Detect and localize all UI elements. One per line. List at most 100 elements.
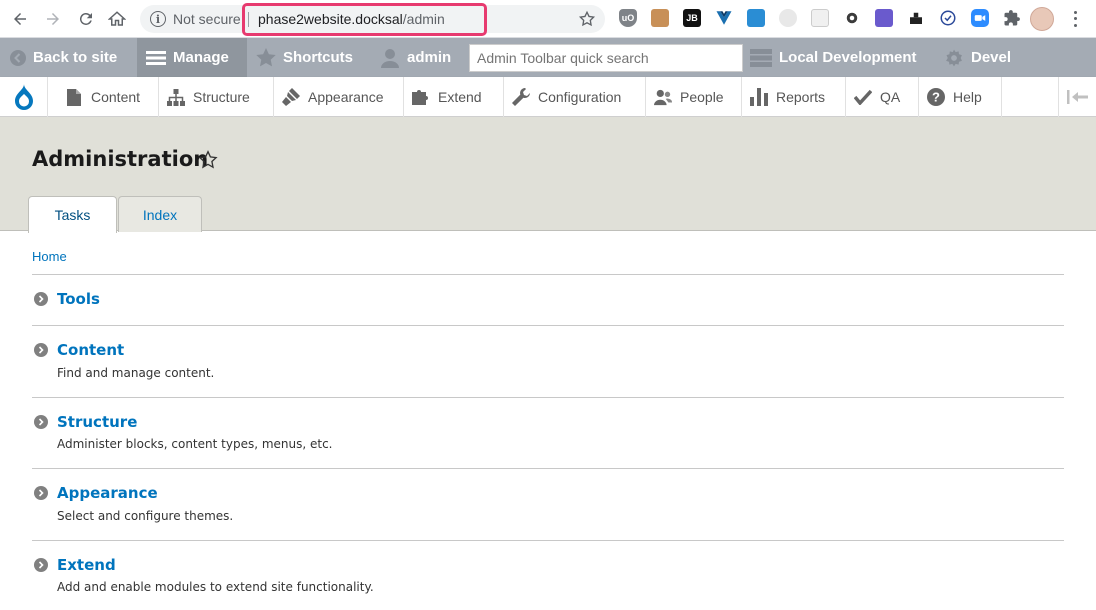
add-shortcut-star-icon[interactable] bbox=[198, 150, 218, 170]
tray-item-appearance[interactable]: Appearance bbox=[274, 77, 404, 117]
url-highlight-box bbox=[242, 3, 487, 36]
sitemap-icon bbox=[167, 88, 185, 106]
tray-item-people-label: People bbox=[680, 89, 724, 105]
admin-item-description: Administer blocks, content types, menus,… bbox=[57, 437, 333, 451]
tray-item-qa-label: QA bbox=[880, 89, 901, 105]
tray-item-structure-label: Structure bbox=[193, 89, 250, 105]
chevron-right-icon bbox=[34, 343, 48, 357]
tray-item-content[interactable]: Content bbox=[57, 77, 159, 117]
admin-item-content: Content Find and manage content. bbox=[32, 325, 1064, 397]
chevron-right-icon bbox=[34, 292, 48, 306]
back-to-site-label: Back to site bbox=[33, 49, 118, 66]
tray-item-help-label: Help bbox=[953, 89, 982, 105]
tray-item-appearance-label: Appearance bbox=[308, 89, 384, 105]
tray-item-reports-label: Reports bbox=[776, 89, 826, 105]
user-label: admin bbox=[407, 49, 452, 66]
admin-item-title[interactable]: Structure bbox=[57, 413, 137, 431]
gear-extension-icon[interactable] bbox=[843, 9, 861, 27]
admin-item-title[interactable]: Tools bbox=[57, 290, 100, 308]
bar-chart-icon bbox=[750, 88, 768, 106]
reload-icon[interactable] bbox=[75, 8, 97, 30]
user-icon bbox=[381, 48, 399, 68]
jetbrains-icon[interactable]: JB bbox=[683, 9, 701, 27]
breadcrumb-home[interactable]: Home bbox=[32, 249, 67, 264]
hamburger-icon bbox=[146, 50, 166, 65]
server-icon bbox=[750, 48, 772, 67]
react-extension-icon[interactable] bbox=[811, 9, 829, 27]
check-icon bbox=[854, 88, 872, 106]
tray-item-reports[interactable]: Reports bbox=[742, 77, 846, 117]
security-status: Not secure bbox=[173, 11, 241, 27]
admin-item-title[interactable]: Appearance bbox=[57, 484, 158, 502]
chevron-right-icon bbox=[34, 415, 48, 429]
admin-item-description: Select and configure themes. bbox=[57, 509, 234, 523]
shortcuts-label: Shortcuts bbox=[283, 49, 354, 66]
tray-item-structure[interactable]: Structure bbox=[159, 77, 274, 117]
tray-item-people[interactable]: People bbox=[646, 77, 742, 117]
admin-item-description: Add and enable modules to extend site fu… bbox=[57, 580, 374, 594]
svg-text:?: ? bbox=[932, 90, 940, 105]
admin-item-extend: Extend Add and enable modules to extend … bbox=[32, 540, 1064, 610]
admin-item-title[interactable]: Extend bbox=[57, 556, 116, 574]
tray-item-extend[interactable]: Extend bbox=[404, 77, 504, 117]
paintbrush-icon bbox=[282, 88, 300, 106]
striped-extension-icon[interactable] bbox=[875, 9, 893, 27]
puzzle-extensions-icon[interactable] bbox=[1003, 9, 1021, 27]
back-to-site-link[interactable]: Back to site bbox=[10, 38, 117, 77]
puzzle-icon bbox=[412, 88, 430, 106]
screen-extension-icon[interactable] bbox=[747, 9, 765, 27]
zoom-icon[interactable] bbox=[971, 9, 989, 27]
profile-avatar[interactable] bbox=[1030, 7, 1054, 31]
tab-tasks[interactable]: Tasks bbox=[28, 196, 117, 233]
admin-item-title[interactable]: Content bbox=[57, 341, 124, 359]
tray-item-configuration-label: Configuration bbox=[538, 89, 622, 105]
checkmark-circle-icon[interactable] bbox=[939, 9, 957, 27]
tray-item-help[interactable]: ? Help bbox=[919, 77, 1002, 117]
home-icon[interactable] bbox=[106, 8, 128, 30]
chevron-right-icon bbox=[34, 558, 48, 572]
browser-toolbar: i Not secure phase2website.docksal/admin… bbox=[0, 0, 1096, 38]
people-icon bbox=[654, 88, 672, 106]
tracker-extension-icon[interactable] bbox=[779, 9, 797, 27]
chevron-right-icon bbox=[34, 486, 48, 500]
star-icon bbox=[256, 48, 276, 67]
shortcuts-tab[interactable]: Shortcuts bbox=[256, 38, 353, 77]
tab-index[interactable]: Index bbox=[118, 196, 202, 232]
devel-tab[interactable]: Devel bbox=[944, 38, 1011, 77]
bookmark-star-icon[interactable] bbox=[578, 10, 596, 28]
back-circle-icon bbox=[10, 49, 26, 66]
ublock-icon[interactable]: uO bbox=[619, 9, 637, 27]
drupal-logo-icon[interactable] bbox=[0, 77, 48, 117]
question-icon: ? bbox=[927, 88, 945, 106]
extension-face-icon[interactable] bbox=[651, 9, 669, 27]
admin-item-tools: Tools bbox=[32, 274, 1064, 326]
tray-item-extend-label: Extend bbox=[438, 89, 482, 105]
tag-extension-icon[interactable] bbox=[907, 9, 925, 27]
browser-menu-icon[interactable] bbox=[1070, 9, 1080, 29]
tray-item-configuration[interactable]: Configuration bbox=[504, 77, 646, 117]
devel-gear-icon bbox=[946, 49, 962, 66]
manage-label: Manage bbox=[173, 49, 229, 66]
jetbrains-label: JB bbox=[686, 13, 698, 23]
tray-item-qa[interactable]: QA bbox=[846, 77, 919, 117]
tray-item-content-label: Content bbox=[91, 89, 141, 105]
environment-tab[interactable]: Local Development bbox=[750, 38, 917, 77]
wrench-icon bbox=[512, 88, 530, 106]
admin-item-appearance: Appearance Select and configure themes. bbox=[32, 468, 1064, 540]
manage-tray: Content Structure Appearance Extend Conf… bbox=[0, 77, 1096, 117]
collapse-tray-icon[interactable] bbox=[1058, 77, 1096, 117]
page-title: Administration bbox=[32, 147, 209, 171]
admin-toolbar-search-input[interactable] bbox=[469, 44, 743, 72]
manage-tab[interactable]: Manage bbox=[137, 38, 247, 77]
environment-label: Local Development bbox=[779, 49, 917, 66]
forward-arrow-icon[interactable] bbox=[42, 8, 64, 30]
file-icon bbox=[65, 88, 83, 106]
devel-label: Devel bbox=[971, 49, 1012, 66]
admin-item-description: Find and manage content. bbox=[57, 366, 215, 380]
user-tab[interactable]: admin bbox=[380, 38, 451, 77]
back-arrow-icon[interactable] bbox=[9, 8, 31, 30]
page-header: Administration Tasks Index bbox=[0, 117, 1096, 233]
admin-item-structure: Structure Administer blocks, content typ… bbox=[32, 397, 1064, 469]
vue-devtools-icon[interactable] bbox=[715, 9, 733, 27]
info-icon[interactable]: i bbox=[150, 11, 166, 27]
